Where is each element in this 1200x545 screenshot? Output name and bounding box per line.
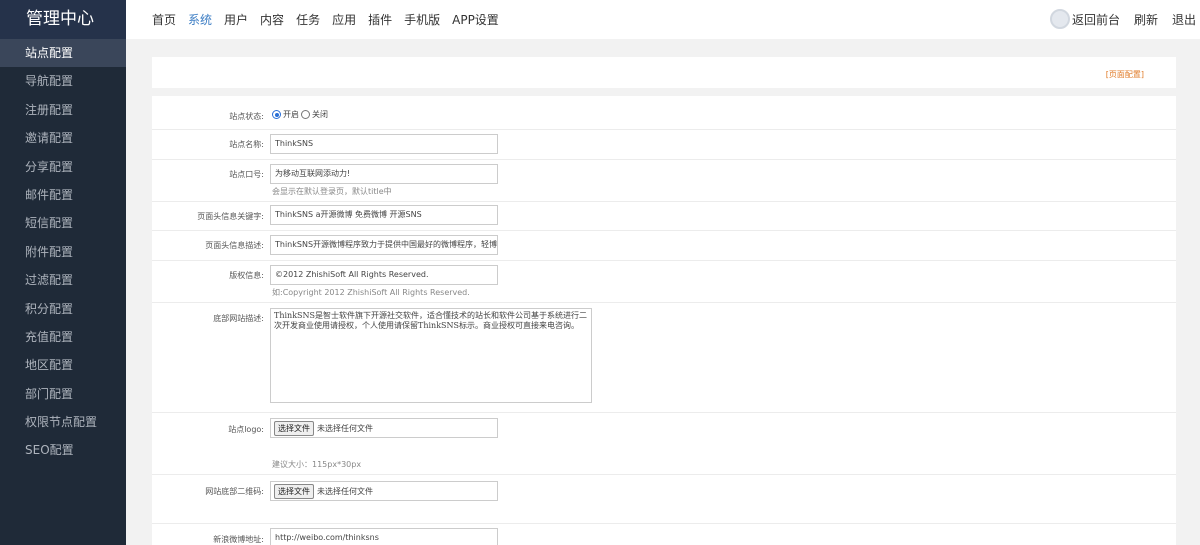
slogan-hint: 会显示在默认登录页，默认title中 <box>272 187 392 196</box>
keywords-label: 页面头信息关键字: <box>197 212 264 221</box>
description-input[interactable]: ThinkSNS开源微博程序致力于提供中国最好的微博程序，轻博客系 <box>270 235 498 255</box>
status-label: 站点状态: <box>229 112 264 121</box>
site-name-input[interactable]: ThinkSNS <box>270 134 498 154</box>
footer-desc-label: 底部网站描述: <box>213 314 264 323</box>
nav-home[interactable]: 首页 <box>152 11 176 28</box>
weibo-input[interactable]: http://weibo.com/thinksns <box>270 528 498 545</box>
description-label: 页面头信息描述: <box>205 241 264 250</box>
sidebar-item-permission-config[interactable]: 权限节点配置 <box>0 408 126 436</box>
nav-content[interactable]: 内容 <box>260 11 284 28</box>
logo-choose-file-button[interactable]: 选择文件 <box>274 420 314 436</box>
logo-label: 站点logo: <box>228 425 264 434</box>
status-option-off-label: 关闭 <box>312 110 328 119</box>
form-row-site-name: 站点名称: ThinkSNS <box>152 130 1176 160</box>
form-row-keywords: 页面头信息关键字: ThinkSNS a开源微博 免费微博 开源SNS <box>152 202 1176 231</box>
copyright-label: 版权信息: <box>229 271 264 280</box>
sidebar-item-credit-config[interactable]: 积分配置 <box>0 295 126 323</box>
top-nav: 首页 系统 用户 内容 任务 应用 插件 手机版 APP设置 <box>152 0 511 39</box>
sidebar-item-site-config[interactable]: 站点配置 <box>0 39 126 68</box>
sidebar-item-share-config[interactable]: 分享配置 <box>0 153 126 181</box>
refresh-link[interactable]: 刷新 <box>1134 11 1158 28</box>
sidebar-item-area-config[interactable]: 地区配置 <box>0 351 126 379</box>
sidebar-item-mail-config[interactable]: 邮件配置 <box>0 181 126 209</box>
slogan-input[interactable]: 为移动互联网添动力! <box>270 164 498 184</box>
form-row-slogan: 站点口号: 为移动互联网添动力! 会显示在默认登录页，默认title中 <box>152 160 1176 202</box>
nav-tasks[interactable]: 任务 <box>296 11 320 28</box>
logo-file-input[interactable]: 选择文件 未选择任何文件 <box>270 418 498 438</box>
sidebar-item-filter-config[interactable]: 过滤配置 <box>0 266 126 294</box>
form-row-weibo: 新浪微博地址: http://weibo.com/thinksns <box>152 523 1176 545</box>
sidebar-item-invite-config[interactable]: 邀请配置 <box>0 124 126 152</box>
keywords-input[interactable]: ThinkSNS a开源微博 免费微博 开源SNS <box>270 205 498 225</box>
qrcode-choose-file-button[interactable]: 选择文件 <box>274 483 314 499</box>
status-radio-off[interactable] <box>301 110 310 119</box>
sidebar-title: 管理中心 <box>0 0 126 39</box>
sidebar-item-recharge-config[interactable]: 充值配置 <box>0 323 126 351</box>
logo-hint: 建议大小：115px*30px <box>272 460 362 469</box>
qrcode-file-status: 未选择任何文件 <box>317 486 373 496</box>
nav-system[interactable]: 系统 <box>188 11 212 28</box>
sidebar-item-seo-config[interactable]: SEO配置 <box>0 436 126 464</box>
qrcode-label: 网站底部二维码: <box>205 487 264 496</box>
weibo-label: 新浪微博地址: <box>213 535 264 544</box>
sidebar-menu: 站点配置 导航配置 注册配置 邀请配置 分享配置 邮件配置 短信配置 附件配置 … <box>0 39 126 465</box>
form-row-logo: 站点logo: 选择文件 未选择任何文件 建议大小：115px*30px <box>152 413 1176 475</box>
nav-users[interactable]: 用户 <box>224 11 248 28</box>
sidebar-item-department-config[interactable]: 部门配置 <box>0 380 126 408</box>
status-radio-group: 开启 关闭 <box>272 109 330 120</box>
nav-app-settings[interactable]: APP设置 <box>452 11 499 28</box>
page-config-link[interactable]: [页面配置] <box>1106 69 1144 80</box>
sidebar: 管理中心 站点配置 导航配置 注册配置 邀请配置 分享配置 邮件配置 短信配置 … <box>0 0 126 545</box>
form-row-copyright: 版权信息: ©2012 ZhishiSoft All Rights Reserv… <box>152 261 1176 303</box>
sidebar-item-register-config[interactable]: 注册配置 <box>0 96 126 124</box>
status-option-on-label: 开启 <box>283 110 299 119</box>
form-row-status: 站点状态: 开启 关闭 <box>152 96 1176 130</box>
status-radio-on[interactable] <box>272 110 281 119</box>
page-header: [页面配置] <box>152 57 1176 88</box>
slogan-label: 站点口号: <box>229 170 264 179</box>
top-links: 返回前台 刷新 退出 <box>1072 0 1200 39</box>
form-row-qrcode: 网站底部二维码: 选择文件 未选择任何文件 <box>152 475 1176 523</box>
nav-apps[interactable]: 应用 <box>332 11 356 28</box>
nav-mobile[interactable]: 手机版 <box>404 11 440 28</box>
logout-link[interactable]: 退出 <box>1172 11 1196 28</box>
footer-desc-textarea[interactable]: ThinkSNS是智士软件旗下开源社交软件，适合懂技术的站长和软件公司基于系统进… <box>270 308 592 403</box>
form-row-footer-desc: 底部网站描述: ThinkSNS是智士软件旗下开源社交软件，适合懂技术的站长和软… <box>152 303 1176 413</box>
copyright-hint: 如:Copyright 2012 ZhishiSoft All Rights R… <box>272 288 470 297</box>
copyright-input[interactable]: ©2012 ZhishiSoft All Rights Reserved. <box>270 265 498 285</box>
top-bar: 首页 系统 用户 内容 任务 应用 插件 手机版 APP设置 返回前台 刷新 退… <box>126 0 1200 39</box>
sidebar-item-nav-config[interactable]: 导航配置 <box>0 67 126 95</box>
form-row-description: 页面头信息描述: ThinkSNS开源微博程序致力于提供中国最好的微博程序，轻博… <box>152 231 1176 261</box>
back-to-frontend-link[interactable]: 返回前台 <box>1072 11 1120 28</box>
nav-plugins[interactable]: 插件 <box>368 11 392 28</box>
logo-file-status: 未选择任何文件 <box>317 423 373 433</box>
sidebar-item-sms-config[interactable]: 短信配置 <box>0 209 126 237</box>
site-name-label: 站点名称: <box>229 140 264 149</box>
avatar[interactable] <box>1050 9 1070 29</box>
sidebar-item-attachment-config[interactable]: 附件配置 <box>0 238 126 266</box>
qrcode-file-input[interactable]: 选择文件 未选择任何文件 <box>270 481 498 501</box>
